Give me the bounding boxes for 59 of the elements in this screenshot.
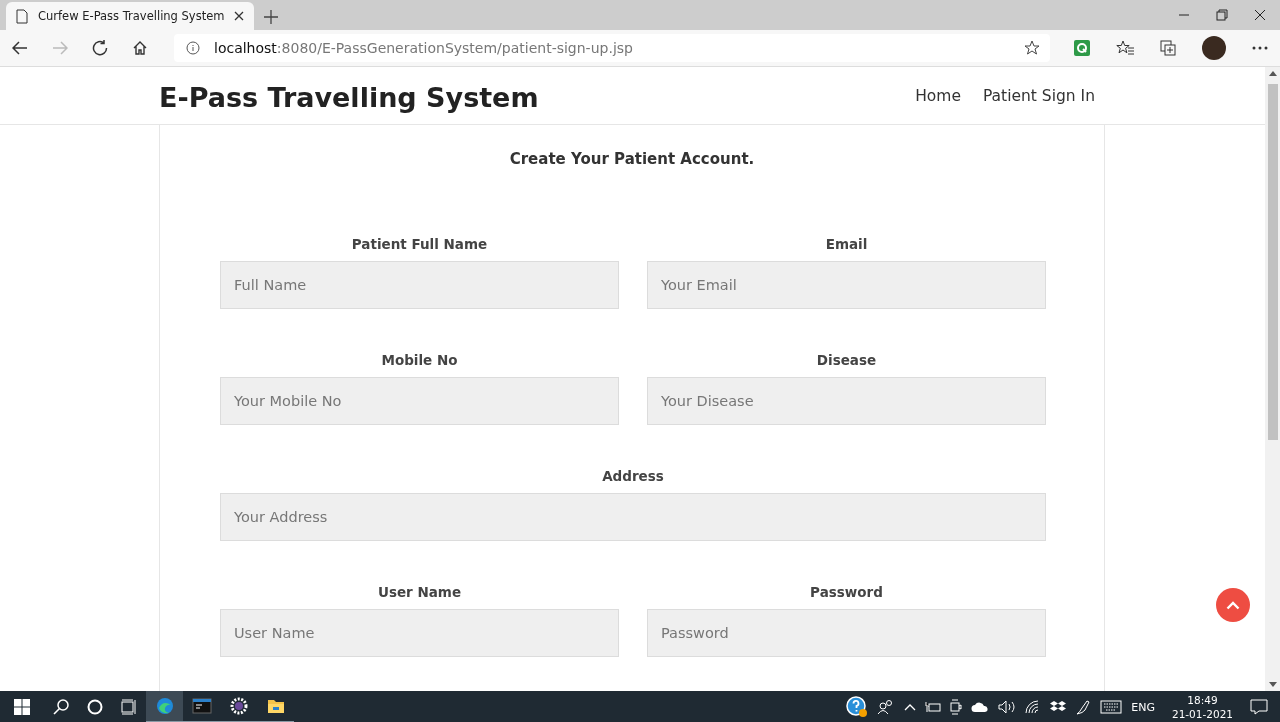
keyboard-icon[interactable] bbox=[1100, 700, 1123, 714]
help-icon[interactable] bbox=[846, 696, 869, 718]
chevron-up-icon[interactable] bbox=[904, 703, 917, 711]
field-label: Password bbox=[810, 584, 883, 600]
star-icon[interactable] bbox=[1024, 40, 1040, 56]
battery-icon[interactable] bbox=[925, 701, 942, 713]
back-icon[interactable] bbox=[12, 41, 28, 55]
scrollbar[interactable] bbox=[1265, 67, 1280, 691]
language-indicator[interactable]: ENG bbox=[1131, 700, 1155, 714]
browser-icon bbox=[154, 696, 175, 716]
volume-icon[interactable] bbox=[998, 700, 1017, 714]
input-field[interactable]: User Name bbox=[220, 609, 619, 657]
scroll-top-button[interactable] bbox=[1216, 588, 1250, 622]
dropbox-icon[interactable] bbox=[1050, 700, 1067, 714]
form-heading: Create Your Patient Account. bbox=[508, 150, 756, 168]
task-view-icon[interactable] bbox=[121, 699, 137, 715]
chevron-up-icon bbox=[1226, 600, 1240, 610]
terminal-icon bbox=[191, 696, 212, 716]
field-label: Mobile No bbox=[381, 352, 458, 368]
field-label: Email bbox=[825, 236, 868, 252]
circle-icon[interactable] bbox=[87, 699, 103, 715]
field-label: User Name bbox=[377, 584, 462, 600]
windows-icon[interactable] bbox=[14, 699, 30, 715]
gear-icon bbox=[228, 696, 249, 716]
input-field[interactable]: Password bbox=[647, 609, 1046, 657]
info-icon bbox=[186, 41, 200, 55]
field-label: Disease bbox=[816, 352, 877, 368]
search-icon[interactable] bbox=[53, 699, 69, 715]
refresh-icon[interactable] bbox=[92, 40, 108, 56]
input-field[interactable]: Your Mobile No bbox=[220, 377, 619, 425]
field-label: Address bbox=[602, 468, 664, 484]
field-label: Patient Full Name bbox=[351, 236, 488, 252]
nav-link[interactable]: Patient Sign In bbox=[982, 86, 1095, 105]
favorites-icon[interactable] bbox=[1116, 40, 1134, 56]
input-field[interactable]: Your Disease bbox=[647, 377, 1046, 425]
close-icon[interactable] bbox=[1254, 9, 1266, 21]
taskbar-clock[interactable]: 18:49 21-01-2021 bbox=[1171, 693, 1233, 721]
page-icon bbox=[16, 8, 28, 24]
input-field[interactable]: Your Email bbox=[647, 261, 1046, 309]
scroll-down-icon[interactable] bbox=[1268, 682, 1277, 687]
scroll-thumb[interactable] bbox=[1267, 84, 1278, 440]
pen-icon[interactable] bbox=[1075, 699, 1092, 715]
input-field[interactable]: Your Address bbox=[220, 493, 1046, 541]
site-title: E-Pass Travelling System bbox=[159, 82, 539, 113]
collections-icon[interactable] bbox=[1160, 40, 1176, 56]
cloud-icon[interactable] bbox=[971, 701, 990, 713]
extension-icon[interactable] bbox=[1074, 40, 1090, 56]
profile-avatar[interactable] bbox=[1202, 36, 1226, 60]
input-field[interactable]: Full Name bbox=[220, 261, 619, 309]
address-bar[interactable]: localhost:8080/E-PassGenerationSystem/patient-sign-up.jsp bbox=[174, 34, 1050, 62]
browser-tab[interactable]: Curfew E-Pass Travelling System bbox=[6, 2, 255, 30]
more-icon[interactable] bbox=[1252, 46, 1268, 50]
scroll-up-icon[interactable] bbox=[1268, 71, 1277, 76]
plus-icon[interactable] bbox=[264, 10, 279, 24]
nav-link[interactable]: Home bbox=[915, 86, 961, 105]
restore-icon[interactable] bbox=[1216, 9, 1228, 21]
close-icon[interactable] bbox=[234, 11, 245, 21]
home-icon[interactable] bbox=[132, 40, 148, 56]
notification-icon[interactable] bbox=[1250, 699, 1268, 715]
